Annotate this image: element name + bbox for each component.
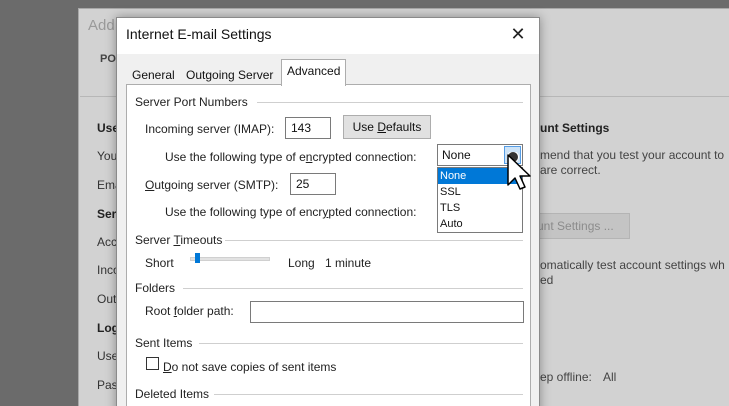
incoming-port-input[interactable]: 143 xyxy=(285,117,331,139)
outgoing-encryption-label: Use the following type of encrypted conn… xyxy=(165,205,417,219)
background-item: Out xyxy=(97,292,117,306)
background-item: You xyxy=(97,149,118,163)
group-separator xyxy=(214,394,523,395)
tab-outgoing-server[interactable]: Outgoing Server xyxy=(182,65,277,85)
use-defaults-button[interactable]: Use Defaults xyxy=(343,115,431,139)
incoming-server-label: Incoming server (IMAP): xyxy=(145,122,275,136)
background-item: Pas xyxy=(97,378,118,392)
background-right-text: mend that you test your account to xyxy=(540,148,725,162)
background-right-text: ed xyxy=(540,273,554,287)
root-folder-path-input[interactable] xyxy=(250,301,524,323)
background-section-label: PO xyxy=(100,53,116,65)
timeout-slider-track[interactable] xyxy=(190,257,270,261)
background-right-text: are correct. xyxy=(540,163,601,177)
sent-items-heading: Sent Items xyxy=(135,336,193,350)
outgoing-server-label: Outgoing server (SMTP): xyxy=(145,178,279,192)
dialog-titlebar: Internet E-mail Settings ✕ xyxy=(117,18,539,54)
do-not-save-sent-label: Do not save copies of sent items xyxy=(163,360,337,374)
group-separator xyxy=(257,102,523,103)
background-window-title: Add xyxy=(88,17,115,34)
dropdown-option-tls[interactable]: TLS xyxy=(438,200,522,216)
background-offline-label: ep offline: xyxy=(540,370,592,384)
timeout-slider-thumb[interactable] xyxy=(195,253,200,263)
background-right-heading: unt Settings xyxy=(540,121,610,135)
incoming-encryption-label: Use the following type of encrypted conn… xyxy=(165,150,417,164)
background-item: Acc xyxy=(97,235,118,249)
root-folder-path-label: Root folder path: xyxy=(145,304,234,318)
outgoing-port-input[interactable]: 25 xyxy=(290,173,336,195)
group-separator xyxy=(199,343,523,344)
mouse-pointer-icon xyxy=(505,151,533,195)
timeout-long-label: Long xyxy=(288,256,315,270)
advanced-tab-panel: Server Port Numbers Incoming server (IMA… xyxy=(126,84,531,406)
deleted-items-heading: Deleted Items xyxy=(135,387,210,401)
do-not-save-sent-checkbox[interactable] xyxy=(146,357,159,370)
timeout-short-label: Short xyxy=(145,256,174,270)
tab-general[interactable]: General xyxy=(128,65,179,85)
background-item: Ser xyxy=(97,207,117,221)
dialog-title: Internet E-mail Settings xyxy=(126,26,272,42)
close-icon[interactable]: ✕ xyxy=(507,23,529,45)
server-timeouts-heading: Server Timeouts xyxy=(135,233,223,247)
group-separator xyxy=(183,288,523,289)
folders-heading: Folders xyxy=(135,281,176,295)
tab-advanced[interactable]: Advanced xyxy=(281,59,347,86)
group-separator xyxy=(225,240,523,241)
incoming-encryption-value: None xyxy=(442,148,471,162)
background-account-settings-button: unt Settings ... xyxy=(530,213,630,239)
background-right-text: omatically test account settings wh xyxy=(540,258,725,272)
dropdown-option-auto[interactable]: Auto xyxy=(438,216,522,232)
server-port-numbers-heading: Server Port Numbers xyxy=(135,95,248,109)
timeout-value: 1 minute xyxy=(325,256,372,270)
background-offline-value: All xyxy=(603,370,617,384)
